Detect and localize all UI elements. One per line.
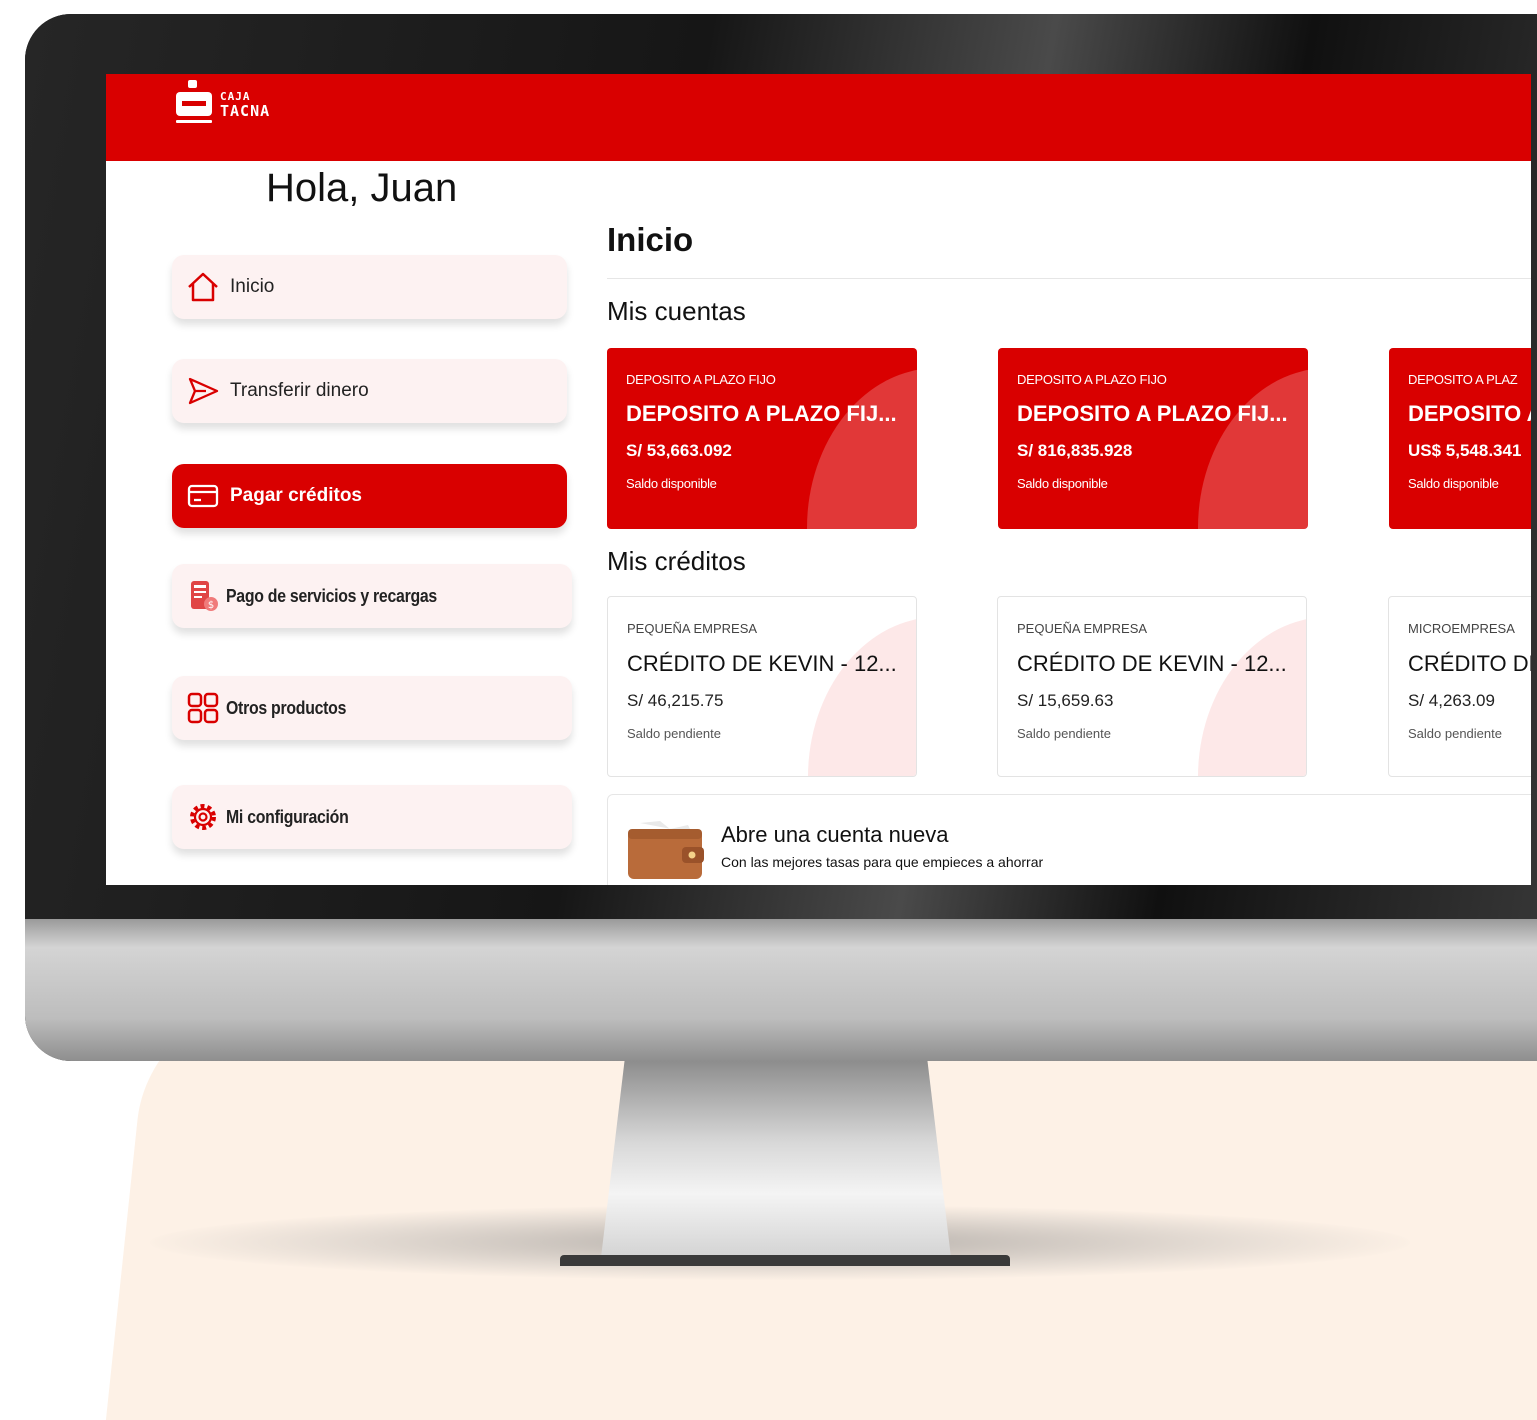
caja-tacna-logo-icon	[176, 80, 212, 123]
card-decoration	[807, 368, 917, 529]
account-type: DEPOSITO A PLAZ	[1408, 372, 1518, 387]
credit-balance: S/ 15,659.63	[1017, 691, 1114, 710]
account-name: DEPOSITO A PLAZO FIJ...	[1017, 401, 1288, 426]
grid-icon	[186, 691, 220, 725]
credit-balance: S/ 46,215.75	[627, 691, 724, 710]
title-divider	[607, 278, 1531, 279]
monitor-stand-base	[560, 1255, 1010, 1266]
brand-name: CAJA TACNA	[220, 90, 271, 120]
credit-card[interactable]: PEQUEÑA EMPRESA CRÉDITO DE KEVIN - 12...…	[607, 596, 917, 777]
page-title: Inicio	[607, 221, 694, 258]
sidebar-item-label: Transferir dinero	[230, 380, 369, 401]
credit-balance-label: Saldo pendiente	[627, 726, 721, 741]
card-decoration	[808, 617, 916, 776]
monitor: CAJA TACNA Hola, Juan Inicio Transferir …	[25, 14, 1537, 1061]
send-icon	[186, 374, 220, 408]
account-type: DEPOSITO A PLAZO FIJO	[626, 372, 776, 387]
gear-icon	[186, 800, 220, 834]
account-balance-label: Saldo disponible	[626, 476, 717, 491]
sidebar-item-label: Mi configuración	[226, 806, 349, 827]
credit-balance-label: Saldo pendiente	[1408, 726, 1502, 741]
account-name: DEPOSITO A PLAZO FIJ...	[626, 401, 897, 426]
card-decoration	[1198, 368, 1308, 529]
credit-name: CRÉDITO DE KEVIN - 12...	[627, 651, 897, 676]
account-type: DEPOSITO A PLAZO FIJO	[1017, 372, 1167, 387]
credit-name: CRÉDITO DE KEVIN - 12...	[1017, 651, 1287, 676]
accounts-section-title: Mis cuentas	[607, 296, 746, 326]
credit-name: CRÉDITO DE	[1408, 651, 1531, 676]
top-bar: CAJA TACNA	[106, 74, 1531, 161]
credits-section-title: Mis créditos	[607, 546, 746, 576]
open-account-banner[interactable]: Abre una cuenta nueva Con las mejores ta…	[607, 794, 1531, 885]
promo-title: Abre una cuenta nueva	[721, 822, 949, 847]
credit-card[interactable]: PEQUEÑA EMPRESA CRÉDITO DE KEVIN - 12...…	[997, 596, 1307, 777]
sidebar-item-label: Pago de servicios y recargas	[226, 585, 437, 606]
account-name: DEPOSITO A	[1408, 401, 1531, 426]
promo-subtitle: Con las mejores tasas para que empieces …	[721, 854, 1044, 870]
account-balance: US$ 5,548.341	[1408, 441, 1522, 460]
account-balance: S/ 53,663.092	[626, 441, 732, 460]
credit-balance: S/ 4,263.09	[1408, 691, 1495, 710]
sidebar-item-pago-servicios[interactable]: $ Pago de servicios y recargas	[172, 564, 572, 628]
sidebar-item-transferir[interactable]: Transferir dinero	[172, 359, 567, 423]
sidebar-item-label: Inicio	[230, 276, 275, 297]
sidebar-item-mi-configuracion[interactable]: Mi configuración	[172, 785, 572, 849]
wallet-icon	[628, 821, 704, 879]
svg-text:$: $	[208, 600, 214, 611]
account-card[interactable]: DEPOSITO A PLAZ DEPOSITO A US$ 5,548.341…	[1389, 348, 1531, 529]
credit-type: PEQUEÑA EMPRESA	[627, 621, 758, 636]
account-card[interactable]: DEPOSITO A PLAZO FIJO DEPOSITO A PLAZO F…	[998, 348, 1308, 529]
home-icon	[186, 270, 220, 304]
sidebar-item-otros-productos[interactable]: Otros productos	[172, 676, 572, 740]
brand-line-2: TACNA	[220, 102, 271, 120]
brand-logo[interactable]: CAJA TACNA	[174, 78, 270, 130]
credit-card-icon	[186, 479, 220, 513]
bill-payment-icon: $	[186, 579, 220, 613]
sidebar-item-pagar-creditos[interactable]: Pagar créditos	[172, 464, 567, 528]
credit-type: MICROEMPRESA	[1408, 621, 1515, 636]
greeting: Hola, Juan	[266, 166, 458, 210]
account-balance: S/ 816,835.928	[1017, 441, 1133, 460]
sidebar-item-inicio[interactable]: Inicio	[172, 255, 567, 319]
sidebar-item-label: Otros productos	[226, 697, 347, 718]
account-balance-label: Saldo disponible	[1408, 476, 1499, 491]
sidebar-item-label: Pagar créditos	[230, 485, 362, 506]
account-balance-label: Saldo disponible	[1017, 476, 1108, 491]
monitor-stand	[600, 1060, 952, 1266]
card-decoration	[1198, 617, 1306, 776]
app-screen: CAJA TACNA Hola, Juan Inicio Transferir …	[106, 74, 1531, 885]
credit-type: PEQUEÑA EMPRESA	[1017, 621, 1148, 636]
monitor-chin	[25, 919, 1537, 1061]
account-card[interactable]: DEPOSITO A PLAZO FIJO DEPOSITO A PLAZO F…	[607, 348, 917, 529]
credit-balance-label: Saldo pendiente	[1017, 726, 1111, 741]
credit-card[interactable]: MICROEMPRESA CRÉDITO DE S/ 4,263.09 Sald…	[1388, 596, 1531, 777]
